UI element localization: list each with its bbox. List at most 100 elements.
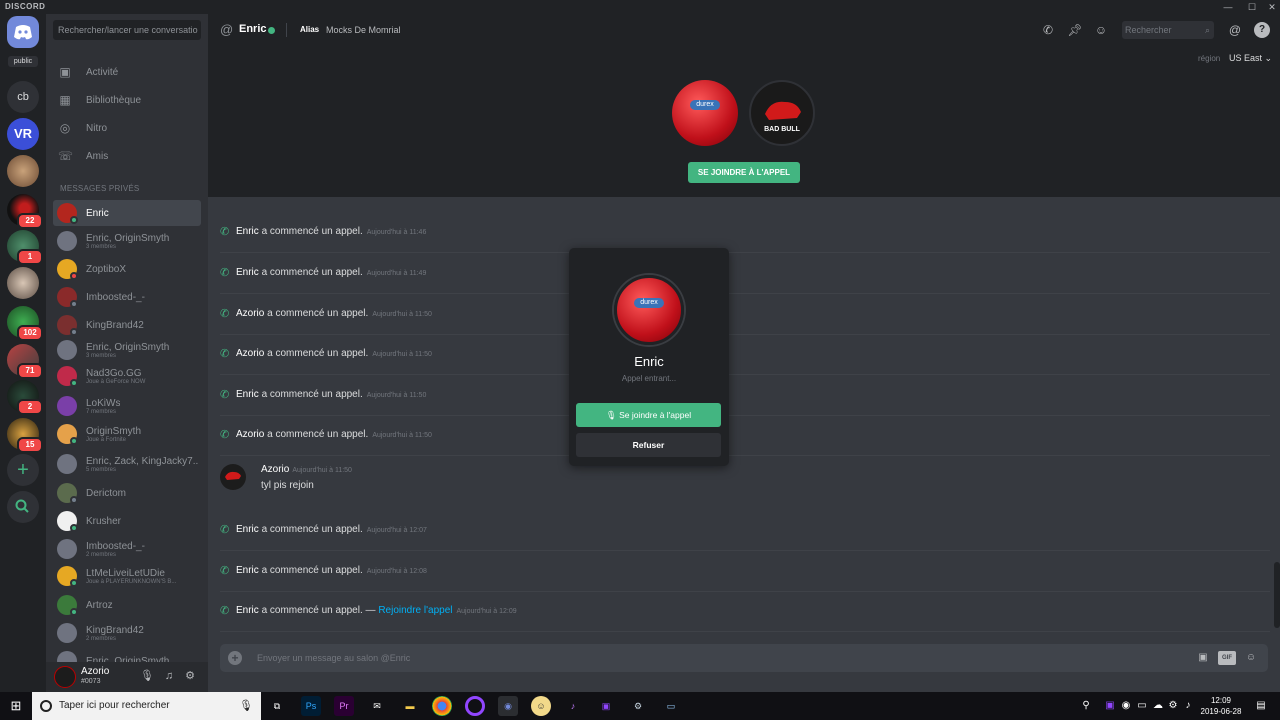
chrome-icon[interactable] (432, 696, 452, 716)
dm-item[interactable]: KingBrand42 (53, 312, 201, 338)
caller-avatar-enric[interactable]: durex (672, 80, 738, 146)
home-button[interactable] (7, 16, 39, 48)
nav-library[interactable]: ▦ Bibliothèque (58, 91, 198, 111)
message-author[interactable]: Enric (236, 565, 259, 576)
gif-icon[interactable]: GIF (1218, 651, 1236, 665)
dm-item[interactable]: Enric, OriginSmyth 3 membres (53, 228, 201, 254)
notifications-icon[interactable]: ▤ (1254, 699, 1268, 713)
server-cb[interactable]: cb (7, 81, 39, 113)
discord-tray-icon[interactable]: ◉ (1119, 699, 1133, 713)
message-author[interactable]: Azorio (236, 308, 264, 319)
user-avatar[interactable] (54, 666, 76, 688)
server-9[interactable]: 2 (7, 380, 43, 415)
server-7[interactable]: 102 (7, 306, 43, 341)
at-icon: @ (220, 22, 234, 37)
dm-item[interactable]: OriginSmyth Joue à Fortnite (53, 421, 201, 447)
microphone-icon[interactable]: 🎙︎ (140, 669, 154, 683)
dm-item[interactable]: LoKiWs 7 membres (53, 393, 201, 419)
photoshop-icon[interactable]: Ps (301, 696, 321, 716)
cloud-icon[interactable]: ☁ (1151, 699, 1165, 713)
headphones-icon[interactable]: ♫ (162, 669, 176, 683)
dm-name: Enric, OriginSmyth (86, 233, 170, 244)
server-8[interactable]: 71 (7, 344, 43, 379)
twitch-tray-icon[interactable]: ▣ (1103, 699, 1117, 713)
help-icon[interactable]: ? (1254, 22, 1270, 38)
message-author[interactable]: Azorio (236, 348, 264, 359)
server-4[interactable]: 22 (7, 194, 43, 229)
upload-plus-icon[interactable]: + (228, 651, 242, 665)
explore-servers-button[interactable] (7, 491, 39, 523)
message-input[interactable]: Envoyer un message au salon @Enric (257, 653, 410, 663)
minimize-button[interactable]: — (1218, 0, 1238, 14)
header-search-input[interactable]: Rechercher ⌕ (1122, 21, 1214, 39)
caller-avatar-azorio[interactable]: BAD BULL (749, 80, 815, 146)
add-server-button[interactable]: + (7, 454, 39, 486)
message-author[interactable]: Enric (236, 226, 259, 237)
music-icon[interactable]: ♪ (563, 696, 583, 716)
gift-icon[interactable]: ▣ (1195, 651, 1211, 665)
dm-name: KingBrand42 (86, 625, 144, 636)
nav-nitro[interactable]: ◎ Nitro (58, 119, 198, 139)
dm-item[interactable]: Enric, OriginSmyth 3 membres (53, 337, 201, 363)
dm-item[interactable]: Krusher (53, 508, 201, 534)
message-author[interactable]: Enric (236, 267, 259, 278)
author-name[interactable]: Azorio (261, 464, 289, 475)
people-icon[interactable]: ⚲ (1079, 699, 1093, 713)
dm-item[interactable]: Enric (53, 200, 201, 226)
maximize-button[interactable]: ☐ (1242, 0, 1262, 14)
twitch-icon[interactable]: ▣ (596, 696, 616, 716)
monitor-icon[interactable]: ▭ (1135, 699, 1149, 713)
taskbar-search[interactable]: Taper ici pour rechercher 🎙︎ (32, 692, 261, 720)
dm-item[interactable]: Derictom (53, 480, 201, 506)
join-call-button[interactable]: SE JOINDRE À L'APPEL (688, 162, 800, 183)
find-conversation-input[interactable]: Rechercher/lancer une conversatio (53, 20, 201, 40)
file-explorer-icon[interactable]: ▬ (400, 696, 420, 716)
steam-tray-icon[interactable]: ⚙ (1166, 699, 1180, 713)
message-scrollbar[interactable] (1274, 562, 1280, 628)
accept-call-button[interactable]: 🎙︎ Se joindre à l'appel (576, 403, 721, 427)
mentions-icon[interactable]: @ (1227, 22, 1243, 38)
server-vr[interactable]: VR (7, 118, 39, 150)
join-call-link[interactable]: Rejoindre l'appel (378, 605, 452, 616)
pin-icon[interactable]: 📌︎ (1067, 22, 1083, 38)
dm-item[interactable]: LtMeLiveiLetUDie Joue à PLAYERUNKNOWN'S B… (53, 563, 201, 589)
dm-item[interactable]: KingBrand42 2 membres (53, 620, 201, 646)
add-friend-icon[interactable]: ☺ (1093, 22, 1109, 38)
emoji-app-icon[interactable]: ☺ (531, 696, 551, 716)
server-5[interactable]: 1 (7, 230, 43, 265)
message-author[interactable]: Azorio (236, 429, 264, 440)
dm-item[interactable]: Imboosted-_- 2 membres (53, 536, 201, 562)
message-author[interactable]: Enric (236, 389, 259, 400)
dm-item[interactable]: Imboosted-_- (53, 284, 201, 310)
message-author[interactable]: Enric (236, 524, 259, 535)
gear-icon[interactable]: ⚙ (183, 669, 197, 683)
desktop-app-icon[interactable]: ▭ (661, 696, 681, 716)
close-button[interactable]: ✕ (1262, 0, 1280, 14)
discord-taskbar-icon[interactable]: ◉ (498, 696, 518, 716)
premiere-icon[interactable]: Pr (334, 696, 354, 716)
windows-start-icon[interactable]: ⊞ (0, 692, 32, 720)
mail-icon[interactable]: ✉ (367, 696, 387, 716)
author-avatar[interactable] (220, 464, 246, 490)
emoji-icon[interactable]: ☺ (1243, 651, 1259, 665)
dm-item[interactable]: Enric, Zack, KingJacky7... 5 membres (53, 451, 201, 477)
volume-icon[interactable]: ♪ (1181, 699, 1195, 713)
message-author: Azorio Aujourd'hui à 11:50 (261, 464, 352, 475)
server-10[interactable]: 15 (7, 418, 43, 453)
dm-item[interactable]: Artroz (53, 592, 201, 618)
steam-icon[interactable]: ⚙ (628, 696, 648, 716)
server-6[interactable] (7, 267, 39, 299)
message-author[interactable]: Enric (236, 605, 259, 616)
dm-item[interactable]: ZoptiboX (53, 256, 201, 282)
server-3[interactable] (7, 155, 39, 187)
system-clock[interactable]: 12:09 2019-06-28 (1198, 695, 1244, 717)
phone-call-icon[interactable]: ✆ (1040, 22, 1056, 38)
decline-call-button[interactable]: Refuser (576, 433, 721, 457)
message-timestamp: Aujourd'hui à 11:50 (366, 392, 427, 399)
nav-friends[interactable]: ☏ Amis (58, 147, 198, 167)
task-view-icon[interactable]: ⧉ (267, 696, 287, 716)
nav-activity[interactable]: ▣ Activité (58, 63, 198, 83)
dm-item[interactable]: Nad3Go.GG Joue à GeForce NOW (53, 363, 201, 389)
region-select[interactable]: US East ⌄ (1229, 53, 1272, 64)
cortana-app-icon[interactable] (465, 696, 485, 716)
